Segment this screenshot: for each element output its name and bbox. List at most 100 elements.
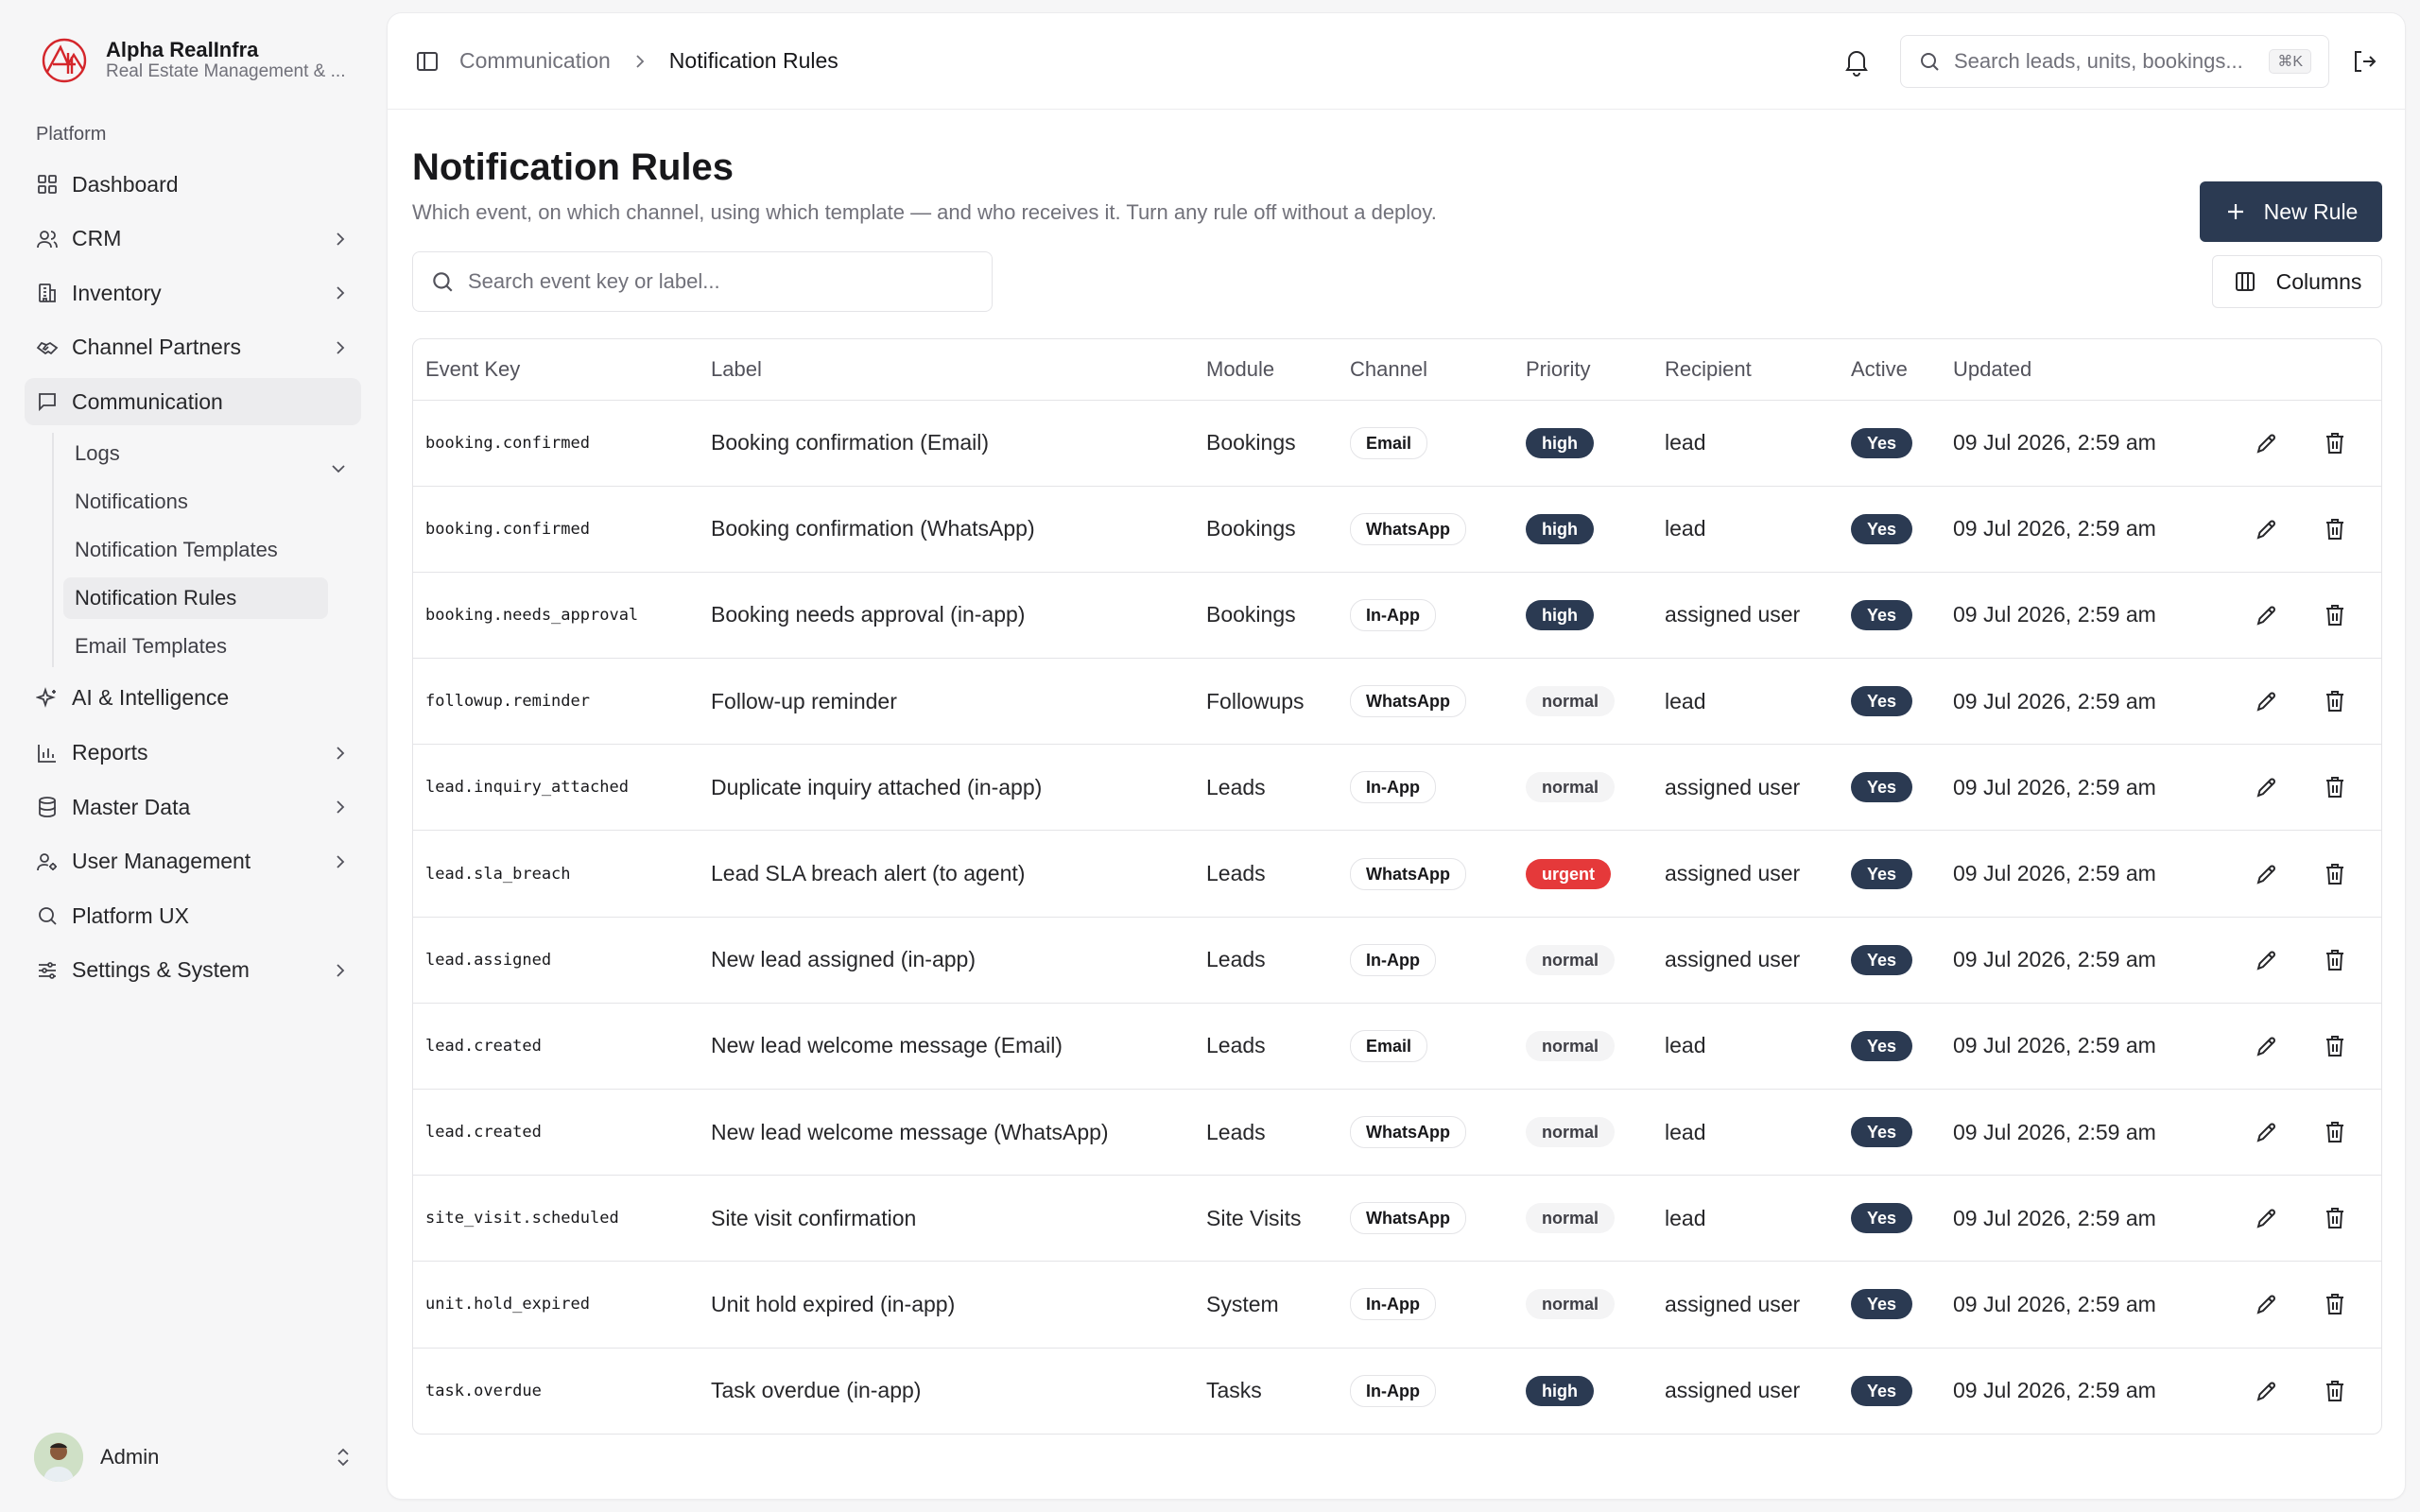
table-row[interactable]: lead.inquiry_attached Duplicate inquiry a… [413, 744, 2381, 832]
delete-icon[interactable] [2321, 1290, 2349, 1318]
delete-icon[interactable] [2321, 601, 2349, 629]
edit-icon[interactable] [2253, 1204, 2281, 1232]
edit-icon[interactable] [2253, 773, 2281, 801]
edit-icon[interactable] [2253, 1118, 2281, 1146]
cell-label: Booking confirmation (WhatsApp) [699, 486, 1194, 573]
chevron-right-icon [337, 855, 345, 868]
plus-icon [2227, 204, 2243, 219]
sidebar-subitem-notification-rules[interactable]: Notification Rules [63, 576, 328, 619]
cell-actions [2187, 917, 2381, 1004]
edit-icon[interactable] [2253, 515, 2281, 543]
table-row[interactable]: unit.hold_expired Unit hold expired (in-a… [413, 1261, 2381, 1349]
section-label-platform: Platform [36, 124, 107, 145]
channel-badge: WhatsApp [1350, 857, 1466, 890]
sidebar-item-dashboard[interactable]: Dashboard [25, 161, 361, 208]
delete-icon[interactable] [2321, 687, 2349, 715]
delete-icon[interactable] [2321, 1118, 2349, 1146]
cell-module: Leads [1194, 1003, 1338, 1091]
brand[interactable]: Alpha RealInfra Real Estate Management &… [25, 0, 361, 121]
column-header-actions [2187, 339, 2381, 401]
column-header-updated[interactable]: Updated [1941, 339, 2187, 401]
chevron-down-icon[interactable] [329, 459, 348, 478]
sidebar-item-ai-intelligence[interactable]: AI & Intelligence [25, 675, 361, 722]
priority-badge: normal [1526, 1117, 1616, 1148]
bell-icon[interactable] [1841, 46, 1872, 77]
table-row[interactable]: booking.needs_approval Booking needs appr… [413, 572, 2381, 660]
edit-icon[interactable] [2253, 860, 2281, 888]
cell-module: Site Visits [1194, 1175, 1338, 1263]
new-rule-button[interactable]: New Rule [2200, 181, 2382, 242]
global-search-input[interactable] [1954, 48, 2260, 74]
delete-icon[interactable] [2321, 1032, 2349, 1060]
table-row[interactable]: lead.created New lead welcome message (Wh… [413, 1089, 2381, 1177]
cell-actions [2187, 1089, 2381, 1177]
sidebar-item-settings-system[interactable]: Settings & System [25, 947, 361, 994]
cell-module: Leads [1194, 830, 1338, 918]
delete-icon[interactable] [2321, 946, 2349, 974]
sidebar-subitem-notifications[interactable]: Notifications [63, 481, 361, 523]
table-row[interactable]: lead.sla_breach Lead SLA breach alert (to… [413, 830, 2381, 918]
columns-button[interactable]: Columns [2212, 255, 2382, 308]
table-row[interactable]: lead.created New lead welcome message (Em… [413, 1003, 2381, 1091]
cell-module: Bookings [1194, 572, 1338, 660]
delete-icon[interactable] [2321, 1377, 2349, 1405]
delete-icon[interactable] [2321, 515, 2349, 543]
rule-search-input[interactable] [468, 269, 975, 294]
table-row[interactable]: lead.assigned New lead assigned (in-app) L… [413, 917, 2381, 1004]
cell-updated: 09 Jul 2026, 2:59 am [1941, 1261, 2187, 1349]
cell-event-key: lead.inquiry_attached [413, 744, 699, 832]
sidebar-item-inventory[interactable]: Inventory [25, 269, 361, 317]
table-row[interactable]: booking.confirmed Booking confirmation (W… [413, 486, 2381, 573]
column-header-event-key[interactable]: Event Key [413, 339, 699, 401]
delete-icon[interactable] [2321, 773, 2349, 801]
user-menu[interactable]: Admin [34, 1431, 354, 1484]
column-header-recipient[interactable]: Recipient [1652, 339, 1839, 401]
table-row[interactable]: followup.reminder Follow-up reminder Follo… [413, 658, 2381, 746]
breadcrumb-communication[interactable]: Communication [459, 48, 611, 74]
edit-icon[interactable] [2253, 687, 2281, 715]
cell-active: Yes [1839, 658, 1941, 746]
edit-icon[interactable] [2253, 1032, 2281, 1060]
cell-updated: 09 Jul 2026, 2:59 am [1941, 486, 2187, 573]
channel-badge: In-App [1350, 943, 1436, 976]
global-search[interactable]: ⌘K [1900, 34, 2329, 88]
sidebar-subitem-notification-templates[interactable]: Notification Templates [63, 529, 361, 571]
cell-priority: normal [1513, 917, 1652, 1004]
sidebar-item-master-data[interactable]: Master Data [25, 783, 361, 831]
sidebar-subitem-email-templates[interactable]: Email Templates [63, 626, 361, 667]
edit-icon[interactable] [2253, 1377, 2281, 1405]
table-row[interactable]: task.overdue Task overdue (in-app) Tasks In… [413, 1348, 2381, 1434]
sidebar-subitem-logs[interactable]: Logs [63, 433, 361, 474]
delete-icon[interactable] [2321, 860, 2349, 888]
delete-icon[interactable] [2321, 1204, 2349, 1232]
priority-badge: normal [1526, 772, 1616, 803]
edit-icon[interactable] [2253, 1290, 2281, 1318]
cell-recipient: lead [1652, 1089, 1839, 1177]
cell-recipient: assigned user [1652, 917, 1839, 1004]
rule-search[interactable] [412, 251, 993, 312]
sidebar-item-communication[interactable]: Communication [25, 378, 361, 426]
table-row[interactable]: booking.confirmed Booking confirmation (E… [413, 400, 2381, 487]
column-header-label[interactable]: Label [699, 339, 1194, 401]
column-header-channel[interactable]: Channel [1338, 339, 1513, 401]
column-header-priority[interactable]: Priority [1513, 339, 1652, 401]
column-header-module[interactable]: Module [1194, 339, 1338, 401]
sidebar-item-channel-partners[interactable]: Channel Partners [25, 324, 361, 371]
edit-icon[interactable] [2253, 601, 2281, 629]
edit-icon[interactable] [2253, 429, 2281, 457]
sidebar-item-reports[interactable]: Reports [25, 730, 361, 777]
sidebar-subitem-label: Email Templates [75, 633, 227, 658]
delete-icon[interactable] [2321, 429, 2349, 457]
cell-priority: normal [1513, 1175, 1652, 1263]
table-row[interactable]: site_visit.scheduled Site visit confirmat… [413, 1175, 2381, 1263]
sidebar-item-platform-ux[interactable]: Platform UX [25, 892, 361, 939]
column-header-active[interactable]: Active [1839, 339, 1941, 401]
sidebar-subitem-label: Logs [75, 440, 120, 465]
edit-icon[interactable] [2253, 946, 2281, 974]
active-badge: Yes [1851, 772, 1913, 803]
sidebar-toggle-icon[interactable] [414, 48, 441, 75]
sidebar-item-crm[interactable]: CRM [25, 215, 361, 263]
columns-label: Columns [2275, 268, 2362, 294]
sidebar-item-user-management[interactable]: User Management [25, 838, 361, 885]
logout-icon[interactable] [2350, 47, 2378, 76]
